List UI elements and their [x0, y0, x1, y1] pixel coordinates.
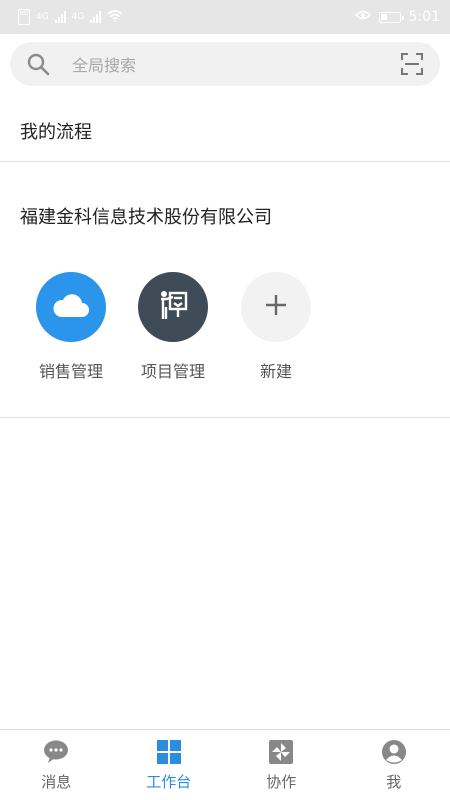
nav-item-workbench[interactable]: 工作台 [113, 730, 226, 800]
signal-indicators: HD 4G 4G [18, 9, 123, 25]
app-label: 销售管理 [38, 362, 103, 381]
nav-label: 我 [386, 772, 402, 791]
presentation-icon [157, 289, 189, 325]
hd-badge: HD [18, 9, 30, 25]
section-divider [0, 417, 450, 418]
app-label: 项目管理 [140, 362, 205, 381]
search-icon [24, 50, 52, 78]
app-icon-bg [138, 272, 208, 342]
battery-icon [378, 11, 404, 23]
nav-label: 消息 [41, 772, 72, 791]
nav-item-collaboration[interactable]: 协作 [225, 730, 338, 800]
signal-bars-icon-2 [90, 11, 102, 23]
status-right: 5:01 [354, 9, 440, 25]
eye-comfort-icon [354, 9, 371, 25]
network-type-1: 4G [36, 12, 49, 22]
app-new[interactable]: 新建 [231, 272, 321, 382]
pinwheel-icon [268, 739, 294, 765]
nav-label: 协作 [266, 772, 297, 791]
nav-item-me[interactable]: 我 [338, 730, 450, 800]
search-input[interactable]: 全局搜索 [72, 52, 398, 76]
wifi-icon [107, 9, 123, 25]
bottom-navigation: 消息 工作台 协作 我 [0, 729, 450, 800]
plus-icon [265, 294, 287, 320]
clock: 5:01 [408, 9, 440, 25]
signal-bars-icon [54, 11, 66, 23]
grid-icon [156, 739, 182, 765]
nav-label: 工作台 [146, 772, 192, 791]
app-icon-bg [36, 272, 106, 342]
user-icon [381, 739, 407, 765]
global-search-bar[interactable]: 全局搜索 [10, 42, 440, 86]
app-sales-management[interactable]: 销售管理 [26, 272, 116, 382]
app-label: 新建 [259, 362, 292, 381]
my-flow-label: 我的流程 [20, 121, 92, 143]
scan-icon[interactable] [398, 50, 426, 78]
app-grid: 销售管理 项目管理 新建 [0, 272, 450, 392]
nav-item-messages[interactable]: 消息 [0, 730, 113, 800]
app-project-management[interactable]: 项目管理 [128, 272, 218, 382]
status-bar: HD 4G 4G 5:01 [0, 0, 450, 34]
app-icon-bg [241, 272, 311, 342]
my-flow-row[interactable]: 我的流程 [0, 100, 450, 162]
chat-bubble-icon [43, 739, 69, 765]
cloud-icon [51, 291, 91, 323]
network-type-2: 4G [71, 12, 85, 22]
company-name: 福建金科信息技术股份有限公司 [20, 207, 272, 228]
